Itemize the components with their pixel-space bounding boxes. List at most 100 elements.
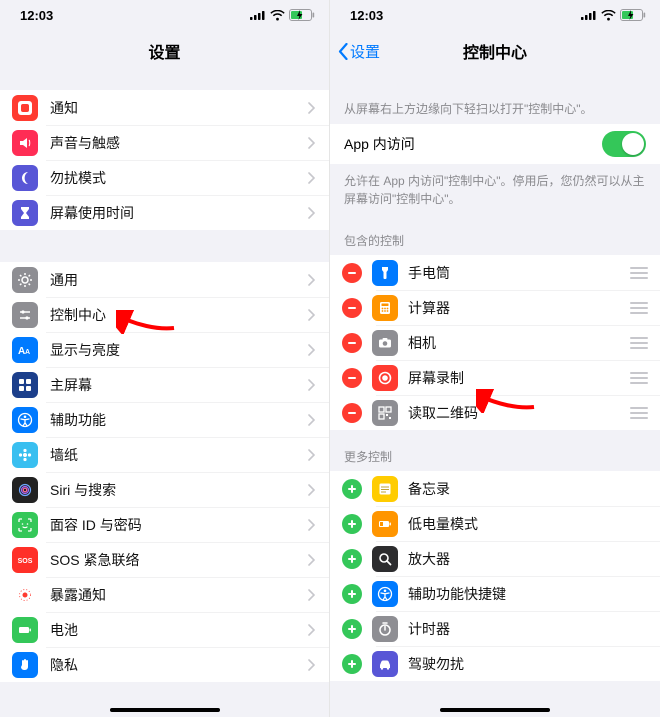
row-label: 屏幕使用时间 <box>50 203 308 223</box>
cc-row-magnifier: 放大器 <box>330 541 660 576</box>
remove-button[interactable] <box>342 368 362 388</box>
app-access-label: App 内访问 <box>344 134 602 154</box>
app-access-toggle[interactable] <box>602 131 646 157</box>
settings-row-screentime[interactable]: 屏幕使用时间 <box>0 195 329 230</box>
control-center-screen: 12:03 设置 控制中心 从屏幕右上方边缘向下轻扫以打开"控制中心"。 <box>330 0 660 717</box>
settings-row-dnd[interactable]: 勿扰模式 <box>0 160 329 195</box>
row-label: 计算器 <box>408 298 628 318</box>
chevron-right-icon <box>308 659 315 671</box>
app-access-row: App 内访问 <box>330 124 660 164</box>
cc-row-flashlight: 手电筒 <box>330 255 660 290</box>
status-time: 12:03 <box>20 8 53 23</box>
settings-row-general[interactable]: 通用 <box>0 262 329 297</box>
reorder-handle[interactable] <box>628 407 650 419</box>
accessibility-icon <box>12 407 38 433</box>
row-label: 屏幕录制 <box>408 368 628 388</box>
app-access-footer: 允许在 App 内访问"控制中心"。停用后，您仍然可以从主屏幕访问"控制中心"。 <box>330 164 660 214</box>
row-label: 放大器 <box>408 549 650 569</box>
row-label: SOS 紧急联络 <box>50 550 308 570</box>
remove-button[interactable] <box>342 403 362 423</box>
row-label: 面容 ID 与密码 <box>50 515 308 535</box>
settings-row-sounds[interactable]: 声音与触感 <box>0 125 329 160</box>
add-button[interactable] <box>342 549 362 569</box>
row-label: 计时器 <box>408 619 650 639</box>
settings-row-battery[interactable]: 电池 <box>0 612 329 647</box>
chevron-right-icon <box>308 484 315 496</box>
wifi-icon <box>270 10 285 21</box>
remove-button[interactable] <box>342 263 362 283</box>
chevron-right-icon <box>308 309 315 321</box>
settings-row-exposure[interactable]: 暴露通知 <box>0 577 329 612</box>
add-button[interactable] <box>342 584 362 604</box>
record-icon <box>372 365 398 391</box>
cc-row-calculator: 计算器 <box>330 290 660 325</box>
settings-row-accessibility[interactable]: 辅助功能 <box>0 402 329 437</box>
grid-icon <box>12 372 38 398</box>
faceid-icon <box>12 512 38 538</box>
settings-row-siri[interactable]: Siri 与搜索 <box>0 472 329 507</box>
settings-row-wallpaper[interactable]: 墙纸 <box>0 437 329 472</box>
nav-header: 设置 控制中心 <box>330 30 660 72</box>
flashlight-icon <box>372 260 398 286</box>
back-button[interactable]: 设置 <box>338 41 380 62</box>
timer-icon <box>372 616 398 642</box>
nav-header: 设置 <box>0 30 329 72</box>
row-label: 隐私 <box>50 655 308 675</box>
svg-text:A: A <box>25 349 30 356</box>
page-title: 设置 <box>148 39 180 63</box>
cc-row-lowpower: 低电量模式 <box>330 506 660 541</box>
reorder-handle[interactable] <box>628 302 650 314</box>
settings-row-sos[interactable]: SOS SOS 紧急联络 <box>0 542 329 577</box>
row-label: 声音与触感 <box>50 133 308 153</box>
reorder-handle[interactable] <box>628 372 650 384</box>
settings-row-notifications[interactable]: 通知 <box>0 90 329 125</box>
chevron-right-icon <box>308 172 315 184</box>
remove-button[interactable] <box>342 333 362 353</box>
add-button[interactable] <box>342 654 362 674</box>
remove-button[interactable] <box>342 298 362 318</box>
row-label: 暴露通知 <box>50 585 308 605</box>
chevron-right-icon <box>308 137 315 149</box>
reorder-handle[interactable] <box>628 267 650 279</box>
chevron-right-icon <box>308 624 315 636</box>
gear-icon <box>12 267 38 293</box>
add-button[interactable] <box>342 619 362 639</box>
chevron-right-icon <box>308 414 315 426</box>
hourglass-icon <box>12 200 38 226</box>
add-button[interactable] <box>342 479 362 499</box>
settings-row-display[interactable]: AA显示与亮度 <box>0 332 329 367</box>
notes-icon <box>372 476 398 502</box>
settings-row-homescreen[interactable]: 主屏幕 <box>0 367 329 402</box>
svg-text:SOS: SOS <box>18 558 33 565</box>
intro-text: 从屏幕右上方边缘向下轻扫以打开"控制中心"。 <box>330 72 660 124</box>
row-label: 辅助功能 <box>50 410 308 430</box>
reorder-handle[interactable] <box>628 337 650 349</box>
siri-icon <box>12 477 38 503</box>
chevron-right-icon <box>308 589 315 601</box>
included-header: 包含的控制 <box>330 214 660 255</box>
chevron-right-icon <box>308 379 315 391</box>
settings-row-privacy[interactable]: 隐私 <box>0 647 329 682</box>
row-label: 相机 <box>408 333 628 353</box>
speaker-icon <box>12 130 38 156</box>
cc-row-qrcode: 读取二维码 <box>330 395 660 430</box>
calculator-icon <box>372 295 398 321</box>
row-label: 墙纸 <box>50 445 308 465</box>
flower-icon <box>12 442 38 468</box>
status-bar: 12:03 <box>0 0 329 30</box>
add-button[interactable] <box>342 514 362 534</box>
lowpower-icon <box>372 511 398 537</box>
chevron-right-icon <box>308 207 315 219</box>
row-label: 辅助功能快捷键 <box>408 584 650 604</box>
back-label: 设置 <box>350 41 380 62</box>
battery-icon <box>12 617 38 643</box>
settings-row-controlcenter[interactable]: 控制中心 <box>0 297 329 332</box>
row-label: 通用 <box>50 270 308 290</box>
row-label: 备忘录 <box>408 479 650 499</box>
status-time: 12:03 <box>350 8 383 23</box>
cc-row-screenrecord: 屏幕录制 <box>330 360 660 395</box>
settings-row-faceid[interactable]: 面容 ID 与密码 <box>0 507 329 542</box>
signal-icon <box>581 10 597 20</box>
home-indicator <box>110 708 220 712</box>
cc-row-timer: 计时器 <box>330 611 660 646</box>
